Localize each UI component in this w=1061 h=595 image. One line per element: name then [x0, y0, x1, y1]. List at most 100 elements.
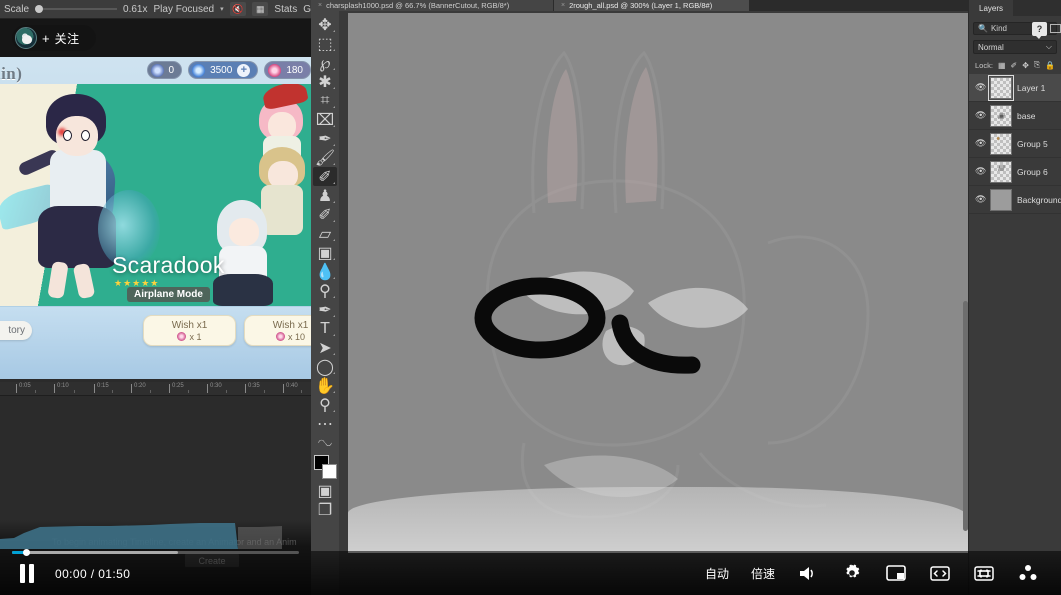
- scale-slider-knob[interactable]: [35, 5, 44, 13]
- document-tab-charsplash1000[interactable]: × charsplash1000.psd @ 66.7% (BannerCuto…: [311, 0, 554, 11]
- path-selection-tool[interactable]: ➤: [313, 338, 337, 357]
- wish-x10-button[interactable]: Wish x1 x 10: [244, 315, 311, 346]
- add-currency-icon[interactable]: +: [237, 63, 251, 77]
- layer-row-group-6[interactable]: 👁 ▤ Group 6: [969, 158, 1061, 186]
- move-tool[interactable]: ✥: [313, 15, 337, 34]
- video-player-region[interactable]: Scale 0.61x Play Focused ▾ 🔇 ▦ Stats G +…: [0, 0, 311, 595]
- eye-icon[interactable]: 👁: [975, 194, 986, 205]
- layer-name: Background: [1017, 194, 1061, 205]
- plus-icon: +: [42, 30, 50, 46]
- layer-thumbnail[interactable]: [988, 74, 1014, 101]
- tab-layers[interactable]: Layers: [969, 0, 1014, 16]
- transparency-lock-icon[interactable]: ▦: [998, 61, 1006, 70]
- layer-thumbnail[interactable]: ▤: [990, 160, 1012, 183]
- lasso-tool[interactable]: ℘: [313, 53, 337, 72]
- zoom-tool[interactable]: ⚲: [313, 395, 337, 414]
- pen-tool[interactable]: ✒: [313, 300, 337, 319]
- eraser-tool[interactable]: ▱: [313, 224, 337, 243]
- spot-healing-brush-tool[interactable]: 🖌: [313, 148, 337, 167]
- gradient-tool[interactable]: ▣: [313, 243, 337, 262]
- dodge-tool[interactable]: ⚲: [313, 281, 337, 300]
- video-scrub-handle[interactable]: [23, 549, 31, 556]
- auto-quality-button[interactable]: 自动: [705, 565, 729, 582]
- history-brush-tool[interactable]: ✐: [313, 205, 337, 224]
- crop-tool[interactable]: ⌗: [313, 91, 337, 110]
- document-tab-2rough-all[interactable]: × 2rough_all.psd @ 300% (Layer 1, RGB/8#…: [554, 0, 750, 11]
- mute-audio-icon[interactable]: 🔇: [229, 2, 247, 16]
- scale-slider[interactable]: [35, 5, 118, 13]
- wish-x1-button[interactable]: Wish x1 x 1: [143, 315, 236, 346]
- pause-button[interactable]: [20, 563, 38, 583]
- chevron-down-icon[interactable]: ▾: [220, 5, 224, 13]
- currency-badge-2[interactable]: 180: [264, 61, 311, 79]
- rectangular-marquee-tool[interactable]: ⬚: [313, 34, 337, 53]
- wish-x10-cost: x 10: [275, 332, 305, 342]
- screen-mode-icon[interactable]: ❐: [313, 500, 337, 519]
- layer-row-layer-1[interactable]: 👁 Layer 1: [969, 74, 1061, 102]
- image-filter-icon[interactable]: [1050, 24, 1061, 33]
- wide-screen-icon[interactable]: [929, 563, 951, 583]
- play-mode-dropdown[interactable]: Play Focused: [154, 4, 215, 15]
- help-tooltip-badge[interactable]: ?: [1032, 22, 1047, 39]
- color-swatches[interactable]: [313, 455, 337, 481]
- gizmos-button[interactable]: G: [303, 4, 311, 15]
- layer-thumbnail[interactable]: ▣: [990, 104, 1012, 127]
- layer-row-group-5[interactable]: 👁 ♦ Group 5: [969, 130, 1061, 158]
- position-lock-icon[interactable]: ✥: [1022, 61, 1029, 70]
- blend-mode-dropdown[interactable]: Normal ⌵: [973, 40, 1057, 54]
- gizmos-grid-icon[interactable]: ▦: [252, 2, 269, 16]
- chevron-down-icon[interactable]: ⌵: [1046, 42, 1052, 52]
- magic-wand-tool[interactable]: ✱: [313, 72, 337, 91]
- video-player-control-bar[interactable]: 自动 倍速: [311, 551, 1061, 595]
- playback-speed-button[interactable]: 倍速: [751, 565, 775, 582]
- hand-tool[interactable]: ✋: [313, 376, 337, 395]
- timeline-ruler[interactable]: 0:05 0:10 0:15 0:20 0:25 0:30 0:35 0:40: [0, 382, 311, 396]
- unity-game-view-toolbar[interactable]: Scale 0.61x Play Focused ▾ 🔇 ▦ Stats G: [0, 0, 311, 19]
- ellipse-tool[interactable]: ◯: [313, 357, 337, 376]
- danmaku-icon[interactable]: [1017, 563, 1039, 583]
- default-colors-icon[interactable]: ◠◡: [313, 433, 337, 452]
- video-progress-bar[interactable]: [12, 549, 299, 556]
- artboard-lock-icon[interactable]: ⎘: [1034, 60, 1040, 70]
- brush-tool[interactable]: ✐: [313, 167, 337, 186]
- blur-tool[interactable]: 💧: [313, 262, 337, 281]
- currency-badge-1[interactable]: 3500 +: [188, 61, 259, 79]
- close-icon[interactable]: ×: [318, 2, 322, 9]
- document-canvas[interactable]: [348, 13, 968, 553]
- eye-icon[interactable]: 👁: [975, 138, 986, 149]
- layer-name: Group 6: [1017, 166, 1048, 177]
- photoshop-document-tabs[interactable]: × charsplash1000.psd @ 66.7% (BannerCuto…: [311, 0, 968, 11]
- eye-icon[interactable]: 👁: [975, 110, 986, 121]
- layer-filter-row[interactable]: 🔍 Kind ?: [973, 22, 1061, 39]
- eye-icon[interactable]: 👁: [975, 166, 986, 177]
- currency-badge-0[interactable]: 0: [146, 61, 183, 79]
- type-tool[interactable]: T: [313, 319, 337, 338]
- frame-tool[interactable]: ⌧: [313, 110, 337, 129]
- stats-button[interactable]: Stats: [274, 4, 297, 15]
- fullscreen-icon[interactable]: [973, 563, 995, 583]
- quick-mask-icon[interactable]: ▣: [313, 481, 337, 500]
- clone-stamp-tool[interactable]: ♟: [313, 186, 337, 205]
- wish-history-button[interactable]: tory: [0, 321, 32, 340]
- settings-gear-icon[interactable]: [841, 563, 863, 583]
- lock-row[interactable]: Lock: ▦ ✐ ✥ ⎘ 🔒: [975, 60, 1057, 70]
- layer-filter-kind[interactable]: Kind: [991, 24, 1007, 33]
- layer-row-base[interactable]: 👁 ▣ base: [969, 102, 1061, 130]
- photoshop-canvas-area[interactable]: [339, 11, 968, 595]
- background-color-swatch[interactable]: [322, 464, 337, 479]
- picture-in-picture-icon[interactable]: [885, 563, 907, 583]
- photoshop-toolbar[interactable]: ✥ ⬚ ℘ ✱ ⌗ ⌧ ✒ 🖌 ✐ ♟ ✐ ▱ ▣ 💧 ⚲ ✒ T ➤ ◯ ✋ …: [311, 11, 339, 595]
- all-lock-icon[interactable]: 🔒: [1045, 61, 1055, 70]
- eye-icon[interactable]: 👁: [975, 82, 986, 93]
- layer-row-background[interactable]: 👁 Background: [969, 186, 1061, 214]
- eyedropper-tool[interactable]: ✒: [313, 129, 337, 148]
- layer-thumbnail[interactable]: ♦: [990, 132, 1012, 155]
- close-icon[interactable]: ×: [561, 2, 565, 9]
- layer-thumbnail[interactable]: [990, 188, 1012, 211]
- edit-toolbar-button[interactable]: ⋯: [313, 414, 337, 433]
- avatar[interactable]: [15, 27, 37, 49]
- volume-icon[interactable]: [797, 563, 819, 583]
- layers-panel-tabbar[interactable]: Layers: [969, 0, 1061, 16]
- paint-lock-icon[interactable]: ✐: [1011, 61, 1018, 70]
- follow-button[interactable]: + 关注: [12, 25, 96, 51]
